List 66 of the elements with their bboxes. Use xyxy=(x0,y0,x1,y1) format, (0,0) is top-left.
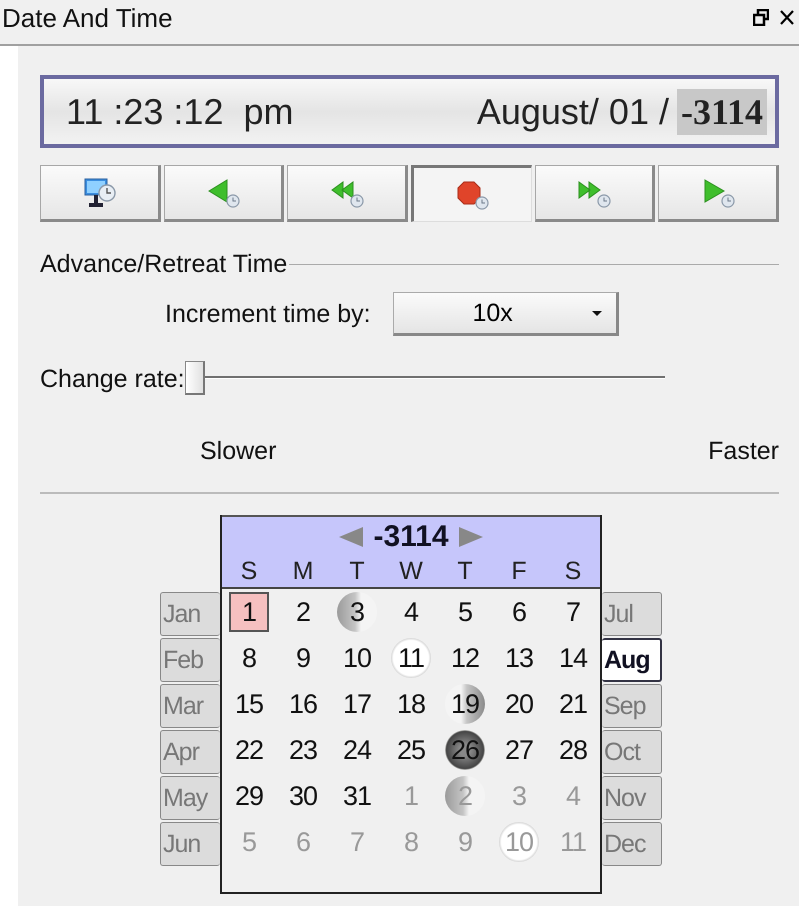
weekday-label: S xyxy=(240,557,258,585)
calendar-day[interactable]: 17 xyxy=(337,684,377,724)
window-title: Date And Time xyxy=(2,2,174,34)
year-field[interactable]: -3114 xyxy=(676,88,767,134)
fast-forward-button[interactable] xyxy=(534,165,656,222)
weekday-label: M xyxy=(292,557,314,585)
rewind-button[interactable] xyxy=(287,165,408,222)
calendar-day[interactable]: 8 xyxy=(229,638,269,678)
increment-label: Increment time by: xyxy=(165,300,371,328)
calendar-day[interactable]: 28 xyxy=(553,730,593,770)
calendar-day[interactable]: 27 xyxy=(499,730,539,770)
faster-label: Faster xyxy=(708,436,779,466)
calendar-day[interactable]: 24 xyxy=(337,730,377,770)
calendar-day[interactable]: 6 xyxy=(499,592,539,632)
meridiem-text: pm xyxy=(243,90,294,132)
calendar-day[interactable]: 15 xyxy=(229,684,269,724)
weekday-label: T xyxy=(348,557,366,585)
calendar-day[interactable]: 14 xyxy=(553,638,593,678)
calendar-year: -3114 xyxy=(373,520,449,554)
calendar-day[interactable]: 5 xyxy=(445,592,485,632)
moon-phase-day[interactable]: 3 xyxy=(337,592,377,632)
weekday-label: W xyxy=(398,557,424,585)
dropdown-caret-icon xyxy=(592,310,602,316)
calendar-day[interactable]: 23 xyxy=(283,730,323,770)
increment-dropdown[interactable]: 10x xyxy=(392,292,619,336)
calendar-day[interactable]: 13 xyxy=(499,638,539,678)
next-year-icon xyxy=(458,527,483,547)
previous-year-icon xyxy=(339,527,364,547)
calendar-day[interactable]: 9 xyxy=(283,638,323,678)
system-time-button[interactable] xyxy=(40,165,161,222)
restore-icon xyxy=(753,8,769,26)
calendar-day[interactable]: 18 xyxy=(391,684,431,724)
calendar-day[interactable]: 16 xyxy=(283,684,323,724)
slower-label: Slower xyxy=(200,436,276,466)
calendar-day[interactable]: 31 xyxy=(337,776,377,816)
calendar-day[interactable]: 29 xyxy=(229,776,269,816)
calendar-day[interactable]: 10 xyxy=(337,638,377,678)
calendar-day[interactable]: 21 xyxy=(553,684,593,724)
moon-phase-day[interactable]: 19 xyxy=(445,684,485,724)
weekday-label: F xyxy=(510,557,528,585)
step-back-button[interactable] xyxy=(164,165,284,222)
weekday-label: S xyxy=(564,557,582,585)
weekday-label: T xyxy=(456,557,474,585)
time-text: 11 :23 :12 xyxy=(66,90,224,132)
calendar-day[interactable]: 2 xyxy=(283,592,323,632)
stop-button[interactable] xyxy=(410,165,532,222)
moon-phase-day[interactable]: 11 xyxy=(391,638,431,678)
calendar-day[interactable]: 25 xyxy=(391,730,431,770)
calendar-day[interactable]: 12 xyxy=(445,638,485,678)
calendar-day[interactable]: 1 xyxy=(229,592,269,632)
calendar-day[interactable]: 4 xyxy=(391,592,431,632)
slider-thumb[interactable] xyxy=(184,361,205,395)
stop-icon xyxy=(455,178,490,210)
section-title: Advance/Retreat Time xyxy=(40,250,288,278)
calendar-day[interactable]: 7 xyxy=(553,592,593,632)
month-tab[interactable]: Aug xyxy=(602,638,662,682)
left-arrow-icon xyxy=(206,176,240,208)
play-button[interactable] xyxy=(658,165,779,222)
monitor-clock-icon xyxy=(82,176,116,208)
calendar-day[interactable]: 30 xyxy=(283,776,323,816)
rate-label: Change rate: xyxy=(40,364,185,394)
calendar-day[interactable]: 20 xyxy=(499,684,539,724)
moon-phase-day[interactable]: 26 xyxy=(445,730,485,770)
calendar-day[interactable]: 22 xyxy=(229,730,269,770)
date-text: August/ 01 / xyxy=(476,90,669,132)
close-icon xyxy=(779,8,795,26)
